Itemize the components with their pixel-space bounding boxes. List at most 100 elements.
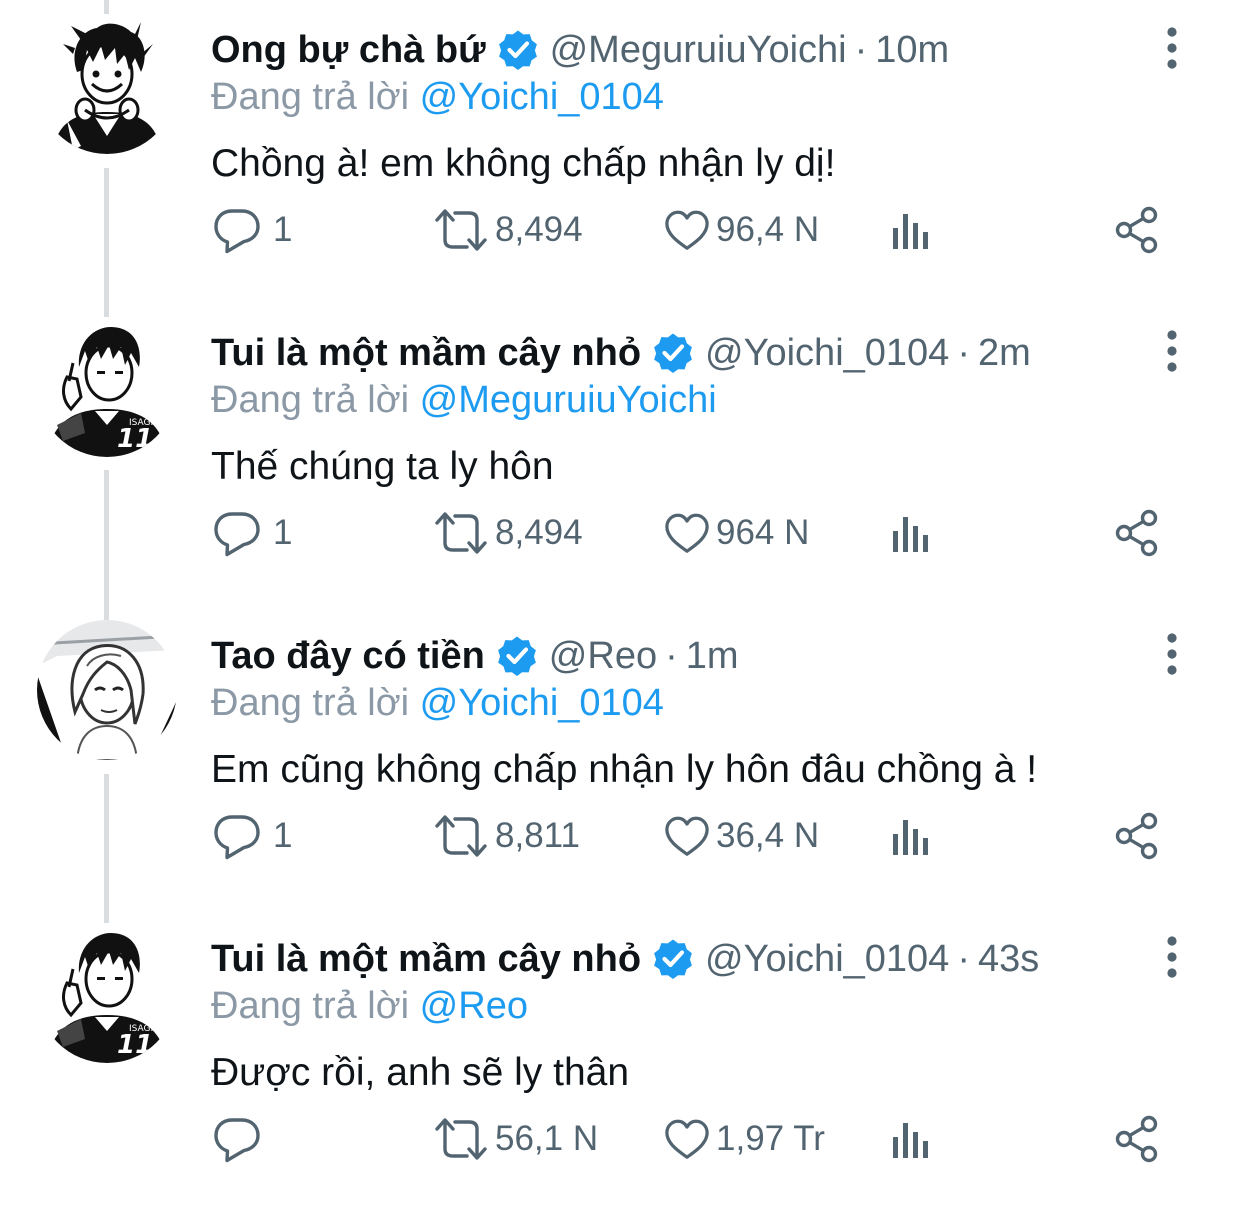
tweet[interactable]: Tao đây có tiền @Reo · 1m Đang trả lời @Yoic… [0,606,1234,908]
reply-icon [213,812,261,860]
tweet-text: Em cũng không chấp nhận ly hôn đâu chồng… [211,748,1038,791]
views-button[interactable] [889,200,933,260]
retweet-icon [433,509,489,557]
share-icon [1113,509,1161,557]
share-button[interactable] [1113,503,1161,563]
retweet-icon [433,1115,489,1163]
reply-to-mention-link[interactable]: @Yoichi_0104 [420,76,664,118]
reply-button[interactable]: 1 [213,806,292,866]
reply-icon [213,206,261,254]
heart-icon [664,208,710,252]
avatar[interactable] [37,923,177,1063]
tweet[interactable]: Ong bự chà bứ @MeguruiuYoichi · 10m Đang trả… [0,0,1234,302]
tweet[interactable]: Tui là một mầm cây nhỏ @Yoichi_0104 · 43s Đa… [0,909,1234,1211]
replying-to: Đang trả lời @Yoichi_0104 [211,76,664,119]
more-vertical-icon[interactable] [1158,26,1186,70]
tweet-actions: 56,1 N 1,97 Tr [0,1109,1234,1169]
tweet-header: Ong bự chà bứ @MeguruiuYoichi · 10m [211,26,949,74]
more-vertical-icon[interactable] [1158,329,1186,373]
replying-to-label: Đang trả lời [211,76,410,118]
timestamp[interactable]: 43s [978,938,1039,981]
reply-count: 1 [273,513,293,552]
heart-icon [664,1117,710,1161]
replying-to: Đang trả lời @Yoichi_0104 [211,682,664,725]
views-icon [889,208,933,252]
heart-icon [664,814,710,858]
timestamp[interactable]: 1m [686,635,739,678]
timestamp[interactable]: 2m [978,332,1031,375]
avatar[interactable] [37,620,177,760]
avatar[interactable] [37,14,177,154]
views-button[interactable] [889,503,933,563]
retweet-count: 8,494 [495,210,583,249]
views-button[interactable] [889,806,933,866]
share-button[interactable] [1113,806,1161,866]
tweet-actions: 1 8,494 964 N [0,503,1234,563]
reply-to-mention-link[interactable]: @MeguruiuYoichi [420,379,717,421]
more-vertical-icon[interactable] [1158,632,1186,676]
verified-badge-icon [653,939,693,979]
retweet-count: 8,811 [495,816,580,855]
separator-dot: · [957,331,970,374]
reply-icon [213,509,261,557]
reply-to-mention-link[interactable]: @Yoichi_0104 [420,682,664,724]
user-handle[interactable]: @Yoichi_0104 [705,332,949,375]
like-count: 96,4 N [716,210,820,249]
verified-badge-icon [653,333,693,373]
share-button[interactable] [1113,1109,1161,1169]
reply-button[interactable]: 1 [213,200,292,260]
replying-to-label: Đang trả lời [211,682,410,724]
like-button[interactable]: 96,4 N [664,200,819,260]
reply-button[interactable]: 1 [213,503,292,563]
views-icon [889,814,933,858]
verified-badge-icon [498,30,538,70]
display-name[interactable]: Ong bự chà bứ [211,29,486,72]
separator-dot: · [854,28,868,71]
retweet-icon [433,206,489,254]
tweet-header: Tao đây có tiền @Reo · 1m [211,632,739,680]
share-button[interactable] [1113,200,1161,260]
user-handle[interactable]: @Yoichi_0104 [705,938,949,981]
tweet-header: Tui là một mầm cây nhỏ @Yoichi_0104 · 2m [211,329,1031,377]
retweet-button[interactable]: 8,811 [433,806,580,866]
more-vertical-icon[interactable] [1158,935,1186,979]
retweet-button[interactable]: 56,1 N [433,1109,598,1169]
replying-to-label: Đang trả lời [211,985,410,1027]
avatar[interactable] [37,317,177,457]
share-icon [1113,1115,1161,1163]
display-name[interactable]: Tui là một mầm cây nhỏ [211,332,641,375]
replying-to: Đang trả lời @MeguruiuYoichi [211,379,717,422]
tweet-text: Thế chúng ta ly hôn [211,445,554,488]
tweet-actions: 1 8,811 36,4 N [0,806,1234,866]
like-button[interactable]: 1,97 Tr [664,1109,825,1169]
retweet-icon [433,812,489,860]
display-name[interactable]: Tao đây có tiền [211,635,485,678]
verified-badge-icon [497,636,537,676]
reply-to-mention-link[interactable]: @Reo [420,985,528,1027]
tweet[interactable]: Tui là một mầm cây nhỏ @Yoichi_0104 · 2m Đan… [0,303,1234,605]
tweet-header: Tui là một mầm cây nhỏ @Yoichi_0104 · 43s [211,935,1039,983]
share-icon [1113,206,1161,254]
views-button[interactable] [889,1109,933,1169]
user-handle[interactable]: @MeguruiuYoichi [550,29,847,72]
like-button[interactable]: 964 N [664,503,809,563]
separator-dot: · [665,634,678,677]
reply-button[interactable] [213,1109,273,1169]
replying-to-label: Đang trả lời [211,379,410,421]
retweet-button[interactable]: 8,494 [433,200,583,260]
like-count: 36,4 N [716,816,820,855]
reply-icon [213,1115,261,1163]
like-button[interactable]: 36,4 N [664,806,819,866]
like-count: 1,97 Tr [716,1119,825,1158]
display-name[interactable]: Tui là một mầm cây nhỏ [211,938,641,981]
timestamp[interactable]: 10m [875,29,949,72]
share-icon [1113,812,1161,860]
tweet-text: Chồng à! em không chấp nhận ly dị! [211,142,836,185]
tweet-thread: Ong bự chà bứ @MeguruiuYoichi · 10m Đang trả… [0,0,1234,1198]
retweet-count: 8,494 [495,513,583,552]
separator-dot: · [957,937,970,980]
like-count: 964 N [716,513,810,552]
reply-count: 1 [273,816,293,855]
retweet-button[interactable]: 8,494 [433,503,583,563]
user-handle[interactable]: @Reo [549,635,657,678]
